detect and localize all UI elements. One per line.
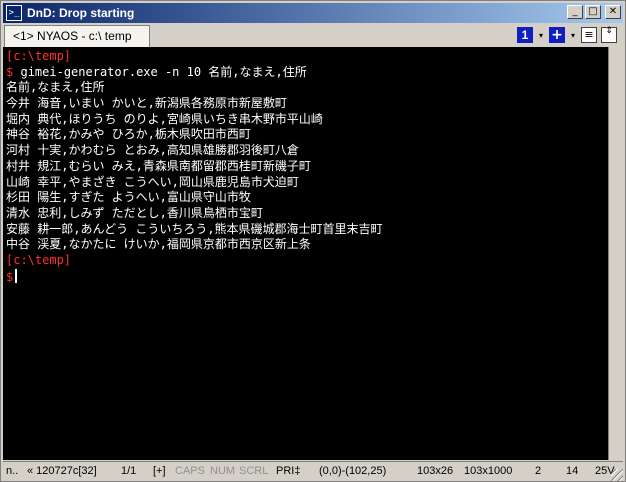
output-line: 堀内 典代,ほりうち のりよ,宮崎県いちき串木野市平山崎 [6, 111, 323, 126]
command-text: gimei-generator.exe -n 10 名前,なまえ,住所 [20, 64, 307, 79]
status-plus: [+] [153, 465, 166, 477]
output-line: 今井 海音,いまい かいと,新潟県各務原市新屋敷町 [6, 96, 287, 111]
status-n2: 14 [566, 465, 579, 477]
prompt-line: [c:\temp] [6, 253, 605, 269]
output-line: 中谷 渓夏,なかたに けいか,福岡県京都市西京区新上条 [6, 237, 311, 252]
terminal-icon[interactable]: >_ [6, 5, 22, 21]
tab-toolbar: 1 ▾ + ▾ ≡ ⇕ [517, 27, 617, 43]
prompt-line: [c:\temp] [6, 49, 605, 65]
prompt-path: [c:\temp] [6, 252, 72, 267]
output-line: 山崎 幸平,やまざき こうへい,岡山県鹿児島市犬迫町 [6, 174, 299, 189]
terminal-window: >_ DnD: Drop starting _ □ ✕ <1> NYAOS - … [0, 0, 626, 482]
maximize-icon[interactable]: □ [585, 5, 601, 19]
status-num: NUM [210, 465, 236, 477]
vertical-scrollbar[interactable] [608, 47, 625, 460]
status-n1: 2 [535, 465, 542, 477]
status-buffer-size: 103x1000 [464, 465, 513, 477]
chevron-down-icon[interactable]: ▾ [569, 31, 577, 40]
output-line: 河村 十実,かわむら とおみ,高知県雄勝郡羽後町八倉 [6, 143, 299, 158]
console-output[interactable]: [c:\temp] $ gimei-generator.exe -n 10 名前… [3, 47, 608, 460]
status-range: (0,0)-(102,25) [319, 465, 387, 477]
status-pri: PRI‡ [276, 465, 301, 477]
window-title: DnD: Drop starting [27, 6, 135, 20]
text-cursor [15, 268, 18, 283]
prompt-sign: $ [6, 64, 14, 79]
close-icon[interactable]: ✕ [605, 5, 621, 19]
output-line: 神谷 裕花,かみや ひろか,栃木県吹田市西町 [6, 127, 251, 142]
menu-icon[interactable]: ≡ [581, 27, 597, 43]
status-page: 1/1 [121, 465, 137, 477]
status-caps: CAPS [175, 465, 205, 477]
status-scrl: SCRL [239, 465, 269, 477]
tab-console-1[interactable]: <1> NYAOS - c:\ temp [4, 25, 150, 47]
chevron-down-icon[interactable]: ▾ [537, 31, 545, 40]
tab-bar: <1> NYAOS - c:\ temp 1 ▾ + ▾ ≡ ⇕ [3, 24, 623, 47]
scroll-lock-icon[interactable]: ⇕ [601, 27, 617, 43]
prompt-sign: $ [6, 269, 14, 284]
window-controls: _ □ ✕ [567, 5, 621, 19]
minimize-icon[interactable]: _ [567, 5, 583, 19]
title-bar[interactable]: >_ DnD: Drop starting _ □ ✕ [3, 3, 623, 23]
status-bar: n.. « 120727c[32] 1/1 [+] CAPS NUM SCRL … [3, 461, 623, 481]
resize-grip-icon[interactable] [611, 469, 623, 481]
tab-number-button[interactable]: 1 [517, 27, 533, 43]
prompt-path: [c:\temp] [6, 49, 72, 63]
output-line: 清水 忠利,しみず ただとし,香川県鳥栖市宝町 [6, 205, 263, 220]
status-codepoint: « 120727c[32] [27, 465, 97, 477]
command-line: $ gimei-generator.exe -n 10 名前,なまえ,住所 [6, 65, 605, 81]
new-tab-icon[interactable]: + [549, 27, 565, 43]
output-line: 杉田 陽生,すぎた ようへい,富山県守山市牧 [6, 190, 251, 205]
output-line: 名前,なまえ,住所 [6, 80, 105, 95]
status-mode: n.. [6, 465, 19, 477]
input-line[interactable]: $ [6, 268, 605, 285]
output-line: 安藤 耕一郎,あんどう こういちろう,熊本県磯城郡海士町首里末吉町 [6, 221, 383, 236]
status-size: 103x26 [417, 465, 454, 477]
output-line: 村井 規江,むらい みえ,青森県南都留郡西桂町新磯子町 [6, 158, 311, 173]
